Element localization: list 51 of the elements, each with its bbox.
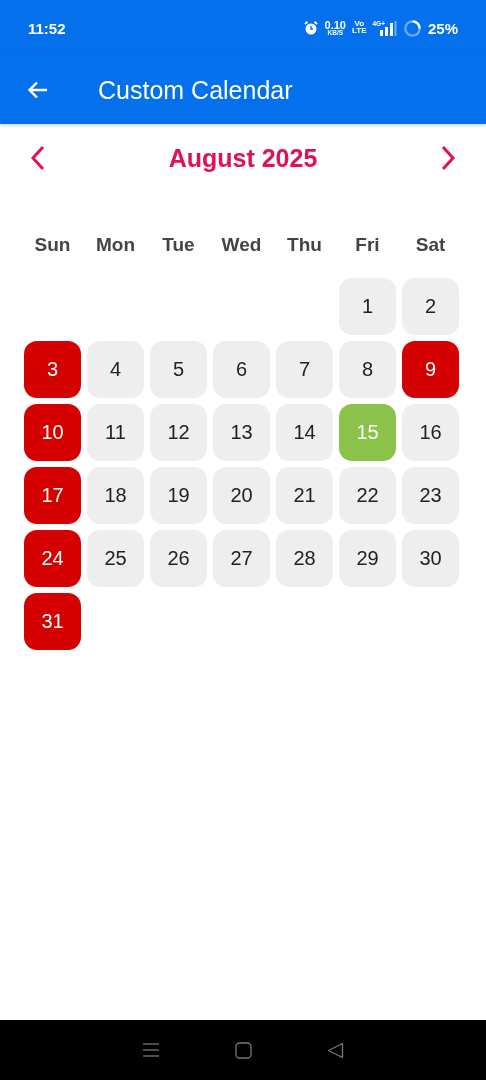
weekday-label: Mon <box>94 234 136 256</box>
calendar-day[interactable]: 14 <box>276 404 333 461</box>
weekday-label: Wed <box>220 234 263 256</box>
calendar-day[interactable]: 17 <box>24 467 81 524</box>
calendar-day[interactable]: 19 <box>150 467 207 524</box>
volte-label: Vo <box>354 21 365 28</box>
calendar-day[interactable]: 5 <box>150 341 207 398</box>
lte-label: LTE <box>352 28 367 35</box>
weekday-label: Thu <box>286 234 323 256</box>
calendar-day[interactable]: 31 <box>24 593 81 650</box>
next-month-button[interactable] <box>440 145 456 171</box>
calendar-day[interactable]: 27 <box>213 530 270 587</box>
battery-percent: 25% <box>427 19 458 37</box>
calendar-day[interactable]: 23 <box>402 467 459 524</box>
calendar-day[interactable]: 1 <box>339 278 396 335</box>
calendar-day[interactable]: 11 <box>87 404 144 461</box>
calendar-day[interactable]: 20 <box>213 467 270 524</box>
calendar-day[interactable]: 13 <box>213 404 270 461</box>
calendar-day[interactable]: 26 <box>150 530 207 587</box>
network-speed: 0.10 <box>324 20 346 30</box>
calendar-day[interactable]: 12 <box>150 404 207 461</box>
previous-month-button[interactable] <box>30 145 46 171</box>
calendar-day[interactable]: 4 <box>87 341 144 398</box>
weekday-label: Sat <box>414 234 447 256</box>
calendar-day[interactable]: 24 <box>24 530 81 587</box>
calendar-day[interactable]: 29 <box>339 530 396 587</box>
weekday-label: Sun <box>33 234 72 256</box>
calendar-day[interactable]: 22 <box>339 467 396 524</box>
battery-ring-icon <box>402 18 422 38</box>
calendar-day[interactable]: 21 <box>276 467 333 524</box>
status-time: 11:52 <box>28 19 66 37</box>
month-title: August 2025 <box>168 143 318 173</box>
calendar-day[interactable]: 10 <box>24 404 81 461</box>
menu-icon[interactable] <box>142 1041 161 1059</box>
calendar-day[interactable]: 3 <box>24 341 81 398</box>
weekday-label: Tue <box>161 234 196 256</box>
weekday-label: Fri <box>354 234 381 256</box>
calendar-day[interactable]: 6 <box>213 341 270 398</box>
calendar-day[interactable]: 2 <box>402 278 459 335</box>
alarm-clock-icon <box>302 20 319 36</box>
back-icon[interactable] <box>326 1041 344 1059</box>
calendar-day[interactable]: 16 <box>402 404 459 461</box>
calendar-day[interactable]: 25 <box>87 530 144 587</box>
calendar-day[interactable]: 28 <box>276 530 333 587</box>
calendar-day[interactable]: 18 <box>87 467 144 524</box>
home-icon[interactable] <box>235 1041 252 1059</box>
app-title: Custom Calendar <box>98 75 293 105</box>
calendar-day[interactable]: 9 <box>402 341 459 398</box>
calendar-day[interactable]: 7 <box>276 341 333 398</box>
calendar-day[interactable]: 8 <box>339 341 396 398</box>
calendar-day[interactable]: 30 <box>402 530 459 587</box>
